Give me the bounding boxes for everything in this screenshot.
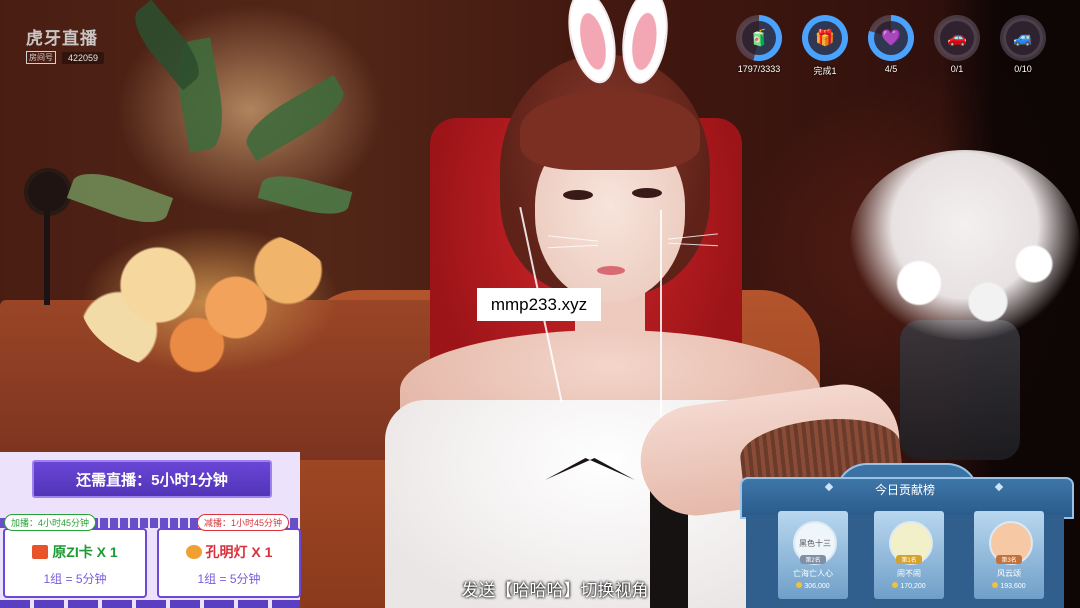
rank-amount-value: 193,600 — [1000, 583, 1026, 590]
task-label: 1797/3333 — [737, 64, 781, 74]
sub-card-subtitle: 1组 = 5分钟 — [197, 572, 261, 586]
watermark-text: mmp233.xyz — [477, 288, 601, 321]
huya-logo: 虎牙直播 房间号 422059 — [26, 24, 105, 64]
streamer-bangs — [520, 90, 700, 170]
add-card-subtitle: 1组 = 5分钟 — [43, 572, 107, 586]
gift-box-icon: 🎁 — [808, 21, 842, 55]
sub-card-title-text: 孔明灯 X 1 — [205, 544, 273, 560]
sub-card-title: 孔明灯 X 1 — [159, 542, 299, 562]
task-ring: 🚗 — [934, 15, 980, 61]
leaf-shape — [66, 163, 174, 233]
rank-amount: 306,000 — [778, 582, 848, 590]
rank-name: 风云颂 — [997, 569, 1021, 578]
switch-view-hint: 发送【哈哈哈】切换视角 — [461, 581, 649, 600]
leaf-shape — [257, 168, 353, 222]
rank-amount: 170,200 — [874, 582, 944, 590]
reduce-time-card[interactable]: 孔明灯 X 1 1组 = 5分钟 — [157, 528, 301, 598]
card-gift-icon — [32, 545, 49, 559]
task-item[interactable]: 🎁 完成1 — [792, 15, 858, 88]
purple-box-icon: 💜 — [874, 21, 908, 55]
pink-car-icon: 🚙 — [1006, 21, 1040, 55]
task-ring: 💜 — [868, 15, 914, 61]
rank-card-first[interactable]: 第1名 闹不闹 170,200 — [874, 511, 944, 599]
rank-badge: 第2名 — [800, 555, 826, 564]
coin-icon — [892, 582, 899, 588]
task-label: 0/1 — [950, 64, 964, 74]
task-progress-bar: 🧃 1797/3333 🎁 完成1 💜 4/5 🚗 0/1 🚙 0/10 — [726, 15, 1056, 88]
add-time-card[interactable]: 原ZI卡 X 1 1组 = 5分钟 — [3, 528, 147, 598]
room-info: 房间号 422059 — [26, 51, 105, 64]
rank-name: 亡海亡人心 — [793, 569, 833, 578]
coin-icon — [992, 582, 999, 588]
eye-shape — [632, 188, 662, 198]
lantern-icon — [185, 545, 202, 559]
task-label: 4/5 — [884, 64, 898, 74]
rank-amount: 193,600 — [974, 582, 1044, 590]
room-number: 422059 — [62, 51, 105, 64]
task-item[interactable]: 🚗 0/1 — [924, 15, 990, 88]
logo-text: 虎牙直播 — [26, 29, 98, 48]
rank-name: 闹不闹 — [897, 569, 921, 578]
drink-bottle-icon: 🧃 — [742, 21, 776, 55]
stream-time-panel: 还需直播：5小时1分钟 原ZI卡 X 1 1组 = 5分钟 孔明灯 X 1 1组… — [0, 452, 301, 608]
white-flowers — [850, 150, 1080, 340]
task-item[interactable]: 🧃 1797/3333 — [726, 15, 792, 88]
task-item[interactable]: 🚙 0/10 — [990, 15, 1056, 88]
earphone-cable — [660, 210, 662, 450]
task-ring: 🚙 — [1000, 15, 1046, 61]
room-label: 房间号 — [26, 51, 56, 64]
lamp-post-shape — [44, 205, 50, 305]
coin-icon — [796, 582, 803, 588]
task-label: 完成1 — [813, 66, 837, 76]
task-ring: 🎁 — [802, 15, 848, 61]
rank-card-third[interactable]: 第3名 风云颂 193,600 — [974, 511, 1044, 599]
red-car-icon: 🚗 — [940, 21, 974, 55]
panel-bottom-bar — [0, 600, 300, 608]
rank-amount-value: 306,000 — [804, 583, 830, 590]
eye-shape — [563, 190, 593, 200]
orange-flowers — [80, 225, 340, 375]
lips-shape — [597, 266, 625, 275]
add-card-title-text: 原ZI卡 X 1 — [52, 544, 118, 560]
add-time-tag: 加播：4小时45分钟 — [4, 514, 97, 531]
rank-badge: 第1名 — [896, 555, 922, 564]
task-ring: 🧃 — [736, 15, 782, 61]
task-item[interactable]: 💜 4/5 — [858, 15, 924, 88]
rank-card-second[interactable]: 黑色十三 第2名 亡海亡人心 306,000 — [778, 511, 848, 599]
vase-shape — [900, 320, 1020, 460]
add-card-title: 原ZI卡 X 1 — [5, 542, 145, 562]
rank-amount-value: 170,200 — [900, 583, 926, 590]
rank-badge: 第3名 — [996, 555, 1022, 564]
reduce-time-tag: 减播：1小时45分钟 — [197, 514, 290, 531]
contribution-title: 今日贡献榜 — [874, 483, 935, 497]
remaining-time-button[interactable]: 还需直播：5小时1分钟 — [32, 460, 272, 498]
leaf-shape — [238, 74, 352, 162]
task-label: 0/10 — [1014, 64, 1032, 74]
contribution-panel[interactable]: 今日贡献榜 黑色十三 第2名 亡海亡人心 306,000 第1名 闹不闹 170… — [740, 463, 1074, 608]
